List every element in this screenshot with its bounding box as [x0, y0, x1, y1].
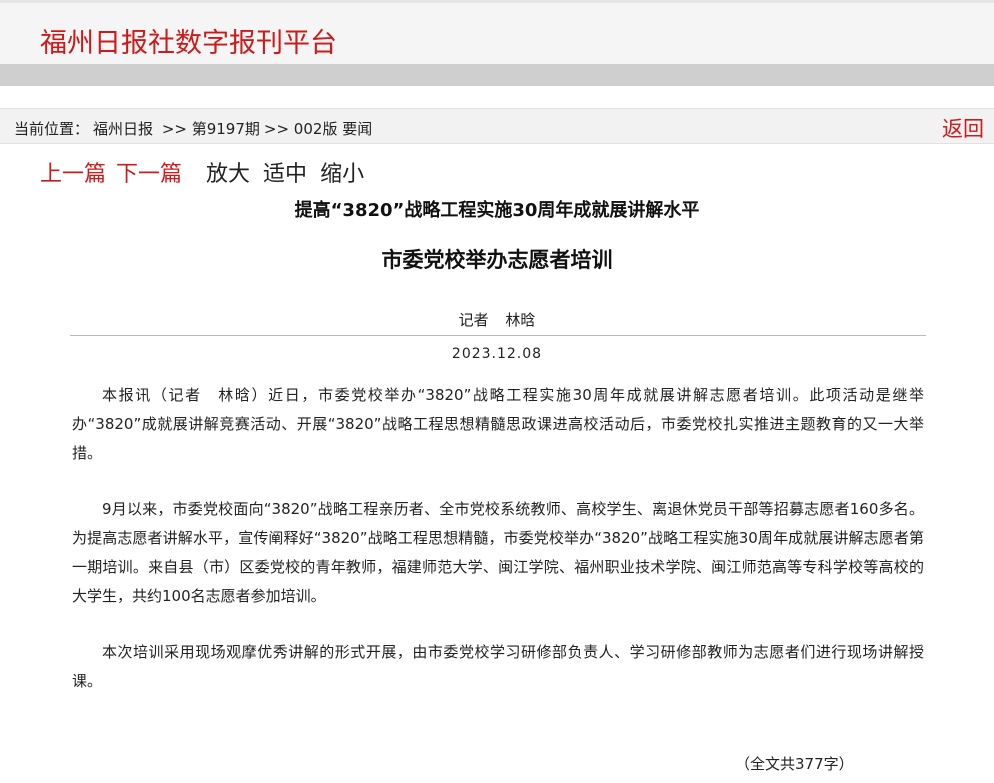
article-body: 本报讯（记者 林晗）近日，市委党校举办“3820”战略工程实施30周年成就展讲解…: [72, 381, 924, 723]
breadcrumb-page-link[interactable]: >> 002版 要闻: [264, 120, 372, 138]
article-title: 市委党校举办志愿者培训: [381, 248, 613, 272]
article-paragraph: 9月以来，市委党校面向“3820”战略工程亲历者、全市党校系统教师、高校学生、离…: [72, 500, 924, 605]
article-paragraph: 本报讯（记者 林晗）近日，市委党校举办“3820”战略工程实施30周年成就展讲解…: [72, 386, 924, 462]
zoom-fit-button[interactable]: 适中: [263, 162, 307, 187]
next-article-link[interactable]: 下一篇: [116, 162, 182, 187]
prev-article-link[interactable]: 上一篇: [40, 162, 106, 187]
divider-line: [70, 335, 926, 336]
word-count: （全文共377字）: [735, 755, 854, 773]
zoom-out-button[interactable]: 缩小: [320, 162, 364, 187]
back-button[interactable]: 返回: [942, 113, 984, 143]
site-logo[interactable]: 福州日报社数字报刊平台: [40, 21, 337, 60]
header-divider-band: [0, 64, 994, 86]
zoom-in-button[interactable]: 放大: [206, 162, 250, 187]
breadcrumb: 当前位置： 福州日报 >> 第9197期 >> 002版 要闻: [14, 118, 376, 139]
article-author: 记者 林晗: [458, 311, 536, 329]
breadcrumb-site-link[interactable]: 福州日报: [93, 120, 153, 138]
article-paragraph: 本次培训采用现场观摩优秀讲解的形式开展，由市委党校学习研修部负责人、学习研修部教…: [72, 643, 924, 690]
article-subtitle: 提高“3820”战略工程实施30周年成就展讲解水平: [294, 200, 700, 221]
breadcrumb-issue-link[interactable]: >> 第9197期: [162, 120, 260, 138]
site-header: 福州日报社数字报刊平台: [0, 0, 994, 64]
article-date: 2023.12.08: [451, 346, 543, 362]
breadcrumb-prefix: 当前位置：: [14, 120, 90, 138]
breadcrumb-bar: 当前位置： 福州日报 >> 第9197期 >> 002版 要闻 返回: [0, 108, 994, 144]
article-nav: 上一篇 下一篇 放大 适中 缩小: [40, 156, 370, 188]
